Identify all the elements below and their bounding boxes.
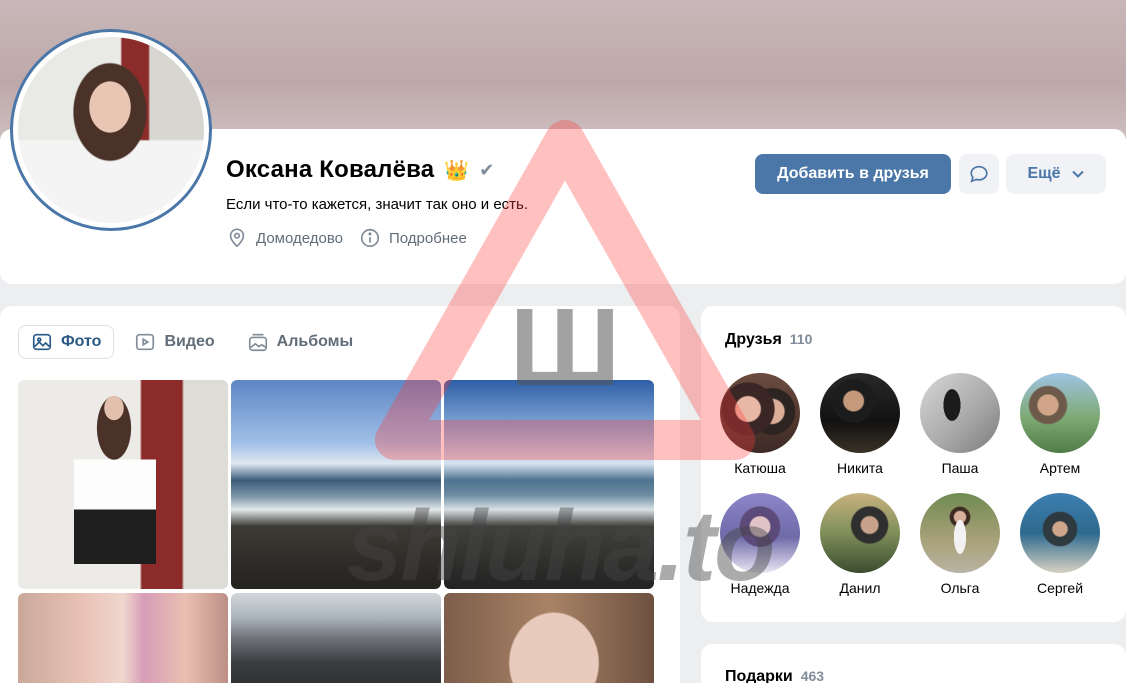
- photo-thumbnail[interactable]: [444, 593, 654, 683]
- friend-item[interactable]: Никита: [810, 373, 910, 476]
- photo-thumbnail[interactable]: [444, 380, 654, 589]
- message-button[interactable]: [959, 154, 999, 194]
- tab-albums[interactable]: Альбомы: [235, 325, 366, 359]
- video-icon: [136, 333, 155, 351]
- friend-name: Сергей: [1036, 580, 1084, 596]
- more-button[interactable]: Ещё: [1006, 154, 1106, 194]
- friend-avatar: [720, 493, 800, 573]
- friend-item[interactable]: Ольга: [910, 493, 1010, 596]
- friend-avatar: [1020, 493, 1100, 573]
- profile-name: Оксана Ковалёва: [226, 156, 435, 183]
- friend-avatar: [920, 493, 1000, 573]
- profile-meta: Домодедово Подробнее: [226, 227, 467, 249]
- add-friend-button[interactable]: Добавить в друзья: [755, 154, 951, 194]
- friend-name: Данил: [839, 580, 881, 596]
- albums-icon: [248, 333, 267, 352]
- tab-video-label: Видео: [164, 333, 215, 350]
- avatar[interactable]: [10, 29, 212, 231]
- message-icon: [970, 165, 988, 183]
- friend-avatar: [920, 373, 1000, 453]
- friend-item[interactable]: Данил: [810, 493, 910, 596]
- friend-name: Надежда: [730, 580, 790, 596]
- photo-thumbnail[interactable]: [231, 380, 441, 589]
- friends-header[interactable]: Друзья 110: [725, 331, 812, 349]
- city-label: Домодедово: [256, 229, 343, 247]
- name-row: Оксана Ковалёва 👑 ✔: [226, 156, 494, 184]
- photo-thumbnail[interactable]: [18, 380, 228, 589]
- chevron-down-icon: [1071, 170, 1084, 178]
- verified-icon[interactable]: ✔: [479, 160, 494, 181]
- friend-name: Паша: [941, 460, 979, 476]
- friend-name: Катюша: [734, 460, 786, 476]
- crown-icon[interactable]: 👑: [444, 158, 469, 183]
- friend-avatar: [820, 373, 900, 453]
- profile-status: Если что-то кажется, значит так оно и ес…: [226, 196, 529, 213]
- info-icon: [360, 228, 380, 248]
- more-label: Ещё: [1027, 165, 1061, 182]
- friends-title: Друзья: [725, 331, 782, 348]
- friend-avatar: [820, 493, 900, 573]
- image-icon: [32, 333, 52, 351]
- tab-photo[interactable]: Фото: [18, 325, 115, 359]
- friends-count: 110: [789, 331, 813, 347]
- details-link: Подробнее: [389, 229, 467, 247]
- photo-thumbnail[interactable]: [231, 593, 441, 683]
- city-item[interactable]: Домодедово: [226, 227, 343, 249]
- friend-item[interactable]: Паша: [910, 373, 1010, 476]
- media-tabs: Фото Видео Альбомы: [18, 325, 365, 359]
- tab-photo-label: Фото: [61, 333, 102, 350]
- friend-item[interactable]: Катюша: [710, 373, 810, 476]
- friend-name: Ольга: [940, 580, 980, 596]
- gifts-header[interactable]: Подарки 463: [725, 668, 824, 683]
- tab-albums-label: Альбомы: [276, 333, 354, 350]
- friend-name: Никита: [837, 460, 883, 476]
- friend-name: Артем: [1039, 460, 1081, 476]
- friend-item[interactable]: Артем: [1010, 373, 1110, 476]
- friend-item[interactable]: Надежда: [710, 493, 810, 596]
- friend-avatar: [720, 373, 800, 453]
- friend-item[interactable]: Сергей: [1010, 493, 1110, 596]
- tab-video[interactable]: Видео: [122, 325, 226, 359]
- photo-thumbnail[interactable]: [18, 593, 228, 683]
- gifts-count: 463: [800, 668, 825, 683]
- friend-avatar: [1020, 373, 1100, 453]
- avatar-photo: [18, 37, 204, 223]
- details-item[interactable]: Подробнее: [359, 227, 467, 249]
- gifts-title: Подарки: [725, 668, 793, 683]
- location-pin-icon: [229, 228, 245, 248]
